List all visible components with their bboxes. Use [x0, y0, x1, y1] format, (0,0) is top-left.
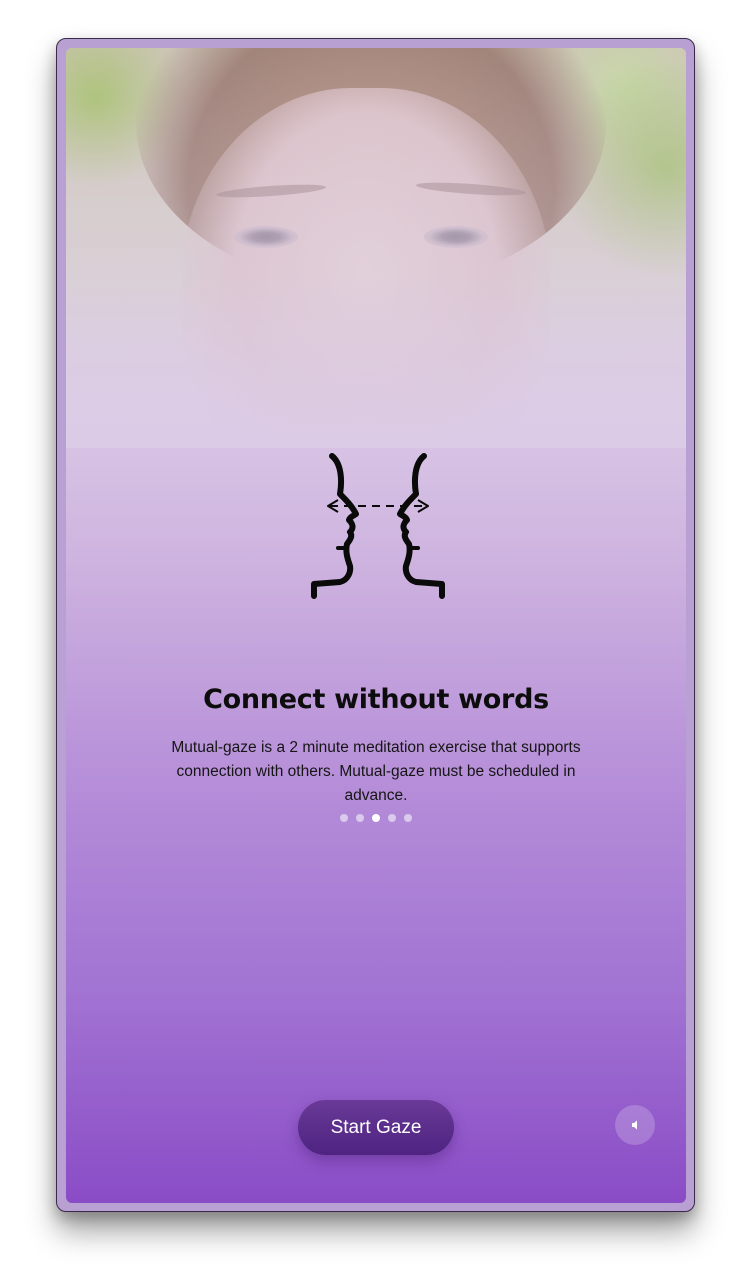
device-frame: Connect without words Mutual-gaze is a 2…: [56, 38, 695, 1212]
page-indicator: [66, 814, 686, 822]
speaker-icon: [632, 1120, 637, 1130]
page-dot-active[interactable]: [372, 814, 380, 822]
onboarding-title: Connect without words: [203, 684, 549, 715]
background-face-photo: [66, 48, 686, 448]
mutual-gaze-faces-icon: [311, 453, 445, 599]
page-dot[interactable]: [356, 814, 364, 822]
page-dot[interactable]: [388, 814, 396, 822]
onboarding-screen: Connect without words Mutual-gaze is a 2…: [66, 48, 686, 1203]
start-gaze-button[interactable]: Start Gaze: [298, 1100, 454, 1155]
page-dot[interactable]: [340, 814, 348, 822]
page-dot[interactable]: [404, 814, 412, 822]
sound-toggle-button[interactable]: [615, 1105, 655, 1145]
onboarding-description: Mutual-gaze is a 2 minute meditation exe…: [171, 739, 581, 804]
